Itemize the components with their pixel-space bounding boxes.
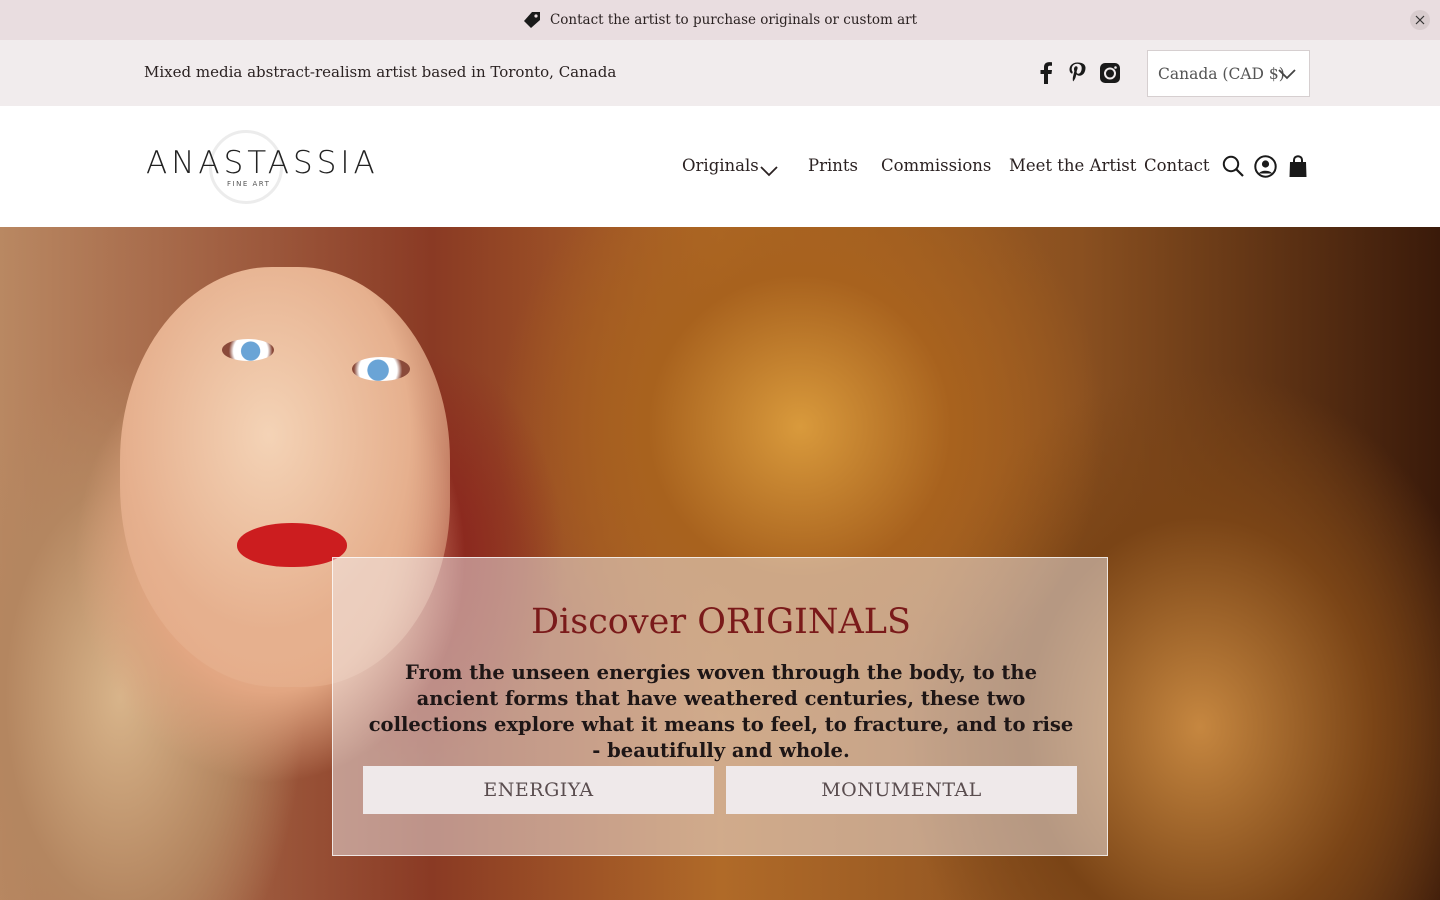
account-icon[interactable] <box>1253 154 1277 178</box>
tagline: Mixed media abstract-realism artist base… <box>144 63 617 81</box>
site-header: ANASTASSIA FINE ART Originals Prints Com… <box>0 106 1440 227</box>
energiya-button[interactable]: ENERGIYA <box>363 766 714 814</box>
monumental-button[interactable]: MONUMENTAL <box>726 766 1077 814</box>
top-info-bar: Mixed media abstract-realism artist base… <box>0 40 1440 106</box>
nav-prints[interactable]: Prints <box>808 156 858 175</box>
hero-card: Discover ORIGINALS From the unseen energ… <box>332 557 1108 856</box>
hero-portrait-lips <box>237 523 347 567</box>
facebook-icon[interactable] <box>1034 61 1058 85</box>
hero-portrait-eye <box>352 357 410 381</box>
nav-meet-the-artist[interactable]: Meet the Artist <box>1009 156 1136 175</box>
announcement-bar: Contact the artist to purchase originals… <box>0 0 1440 40</box>
cart-icon[interactable] <box>1286 154 1310 178</box>
logo[interactable]: ANASTASSIA FINE ART <box>146 128 379 206</box>
nav-originals[interactable]: Originals <box>682 156 759 175</box>
close-icon[interactable] <box>1410 10 1430 30</box>
tag-icon <box>523 11 541 29</box>
announcement-content: Contact the artist to purchase originals… <box>523 11 917 29</box>
announcement-text: Contact the artist to purchase originals… <box>549 12 918 28</box>
hero-title: Discover ORIGINALS <box>530 602 911 642</box>
currency-select[interactable]: Canada (CAD $) <box>1147 50 1310 97</box>
pinterest-icon[interactable] <box>1065 61 1089 85</box>
nav-contact[interactable]: Contact <box>1144 156 1210 175</box>
chevron-down-icon <box>1277 65 1297 87</box>
chevron-down-icon[interactable] <box>760 162 778 181</box>
logo-sub: FINE ART <box>227 180 271 188</box>
hero-description: From the unseen energies woven through t… <box>368 661 1074 762</box>
logo-name: ANASTASSIA <box>146 145 379 181</box>
nav-commissions[interactable]: Commissions <box>881 156 991 175</box>
instagram-icon[interactable] <box>1098 61 1122 85</box>
search-icon[interactable] <box>1221 154 1245 178</box>
hero-portrait-eye <box>222 339 274 361</box>
currency-label: Canada (CAD $) <box>1158 64 1285 83</box>
